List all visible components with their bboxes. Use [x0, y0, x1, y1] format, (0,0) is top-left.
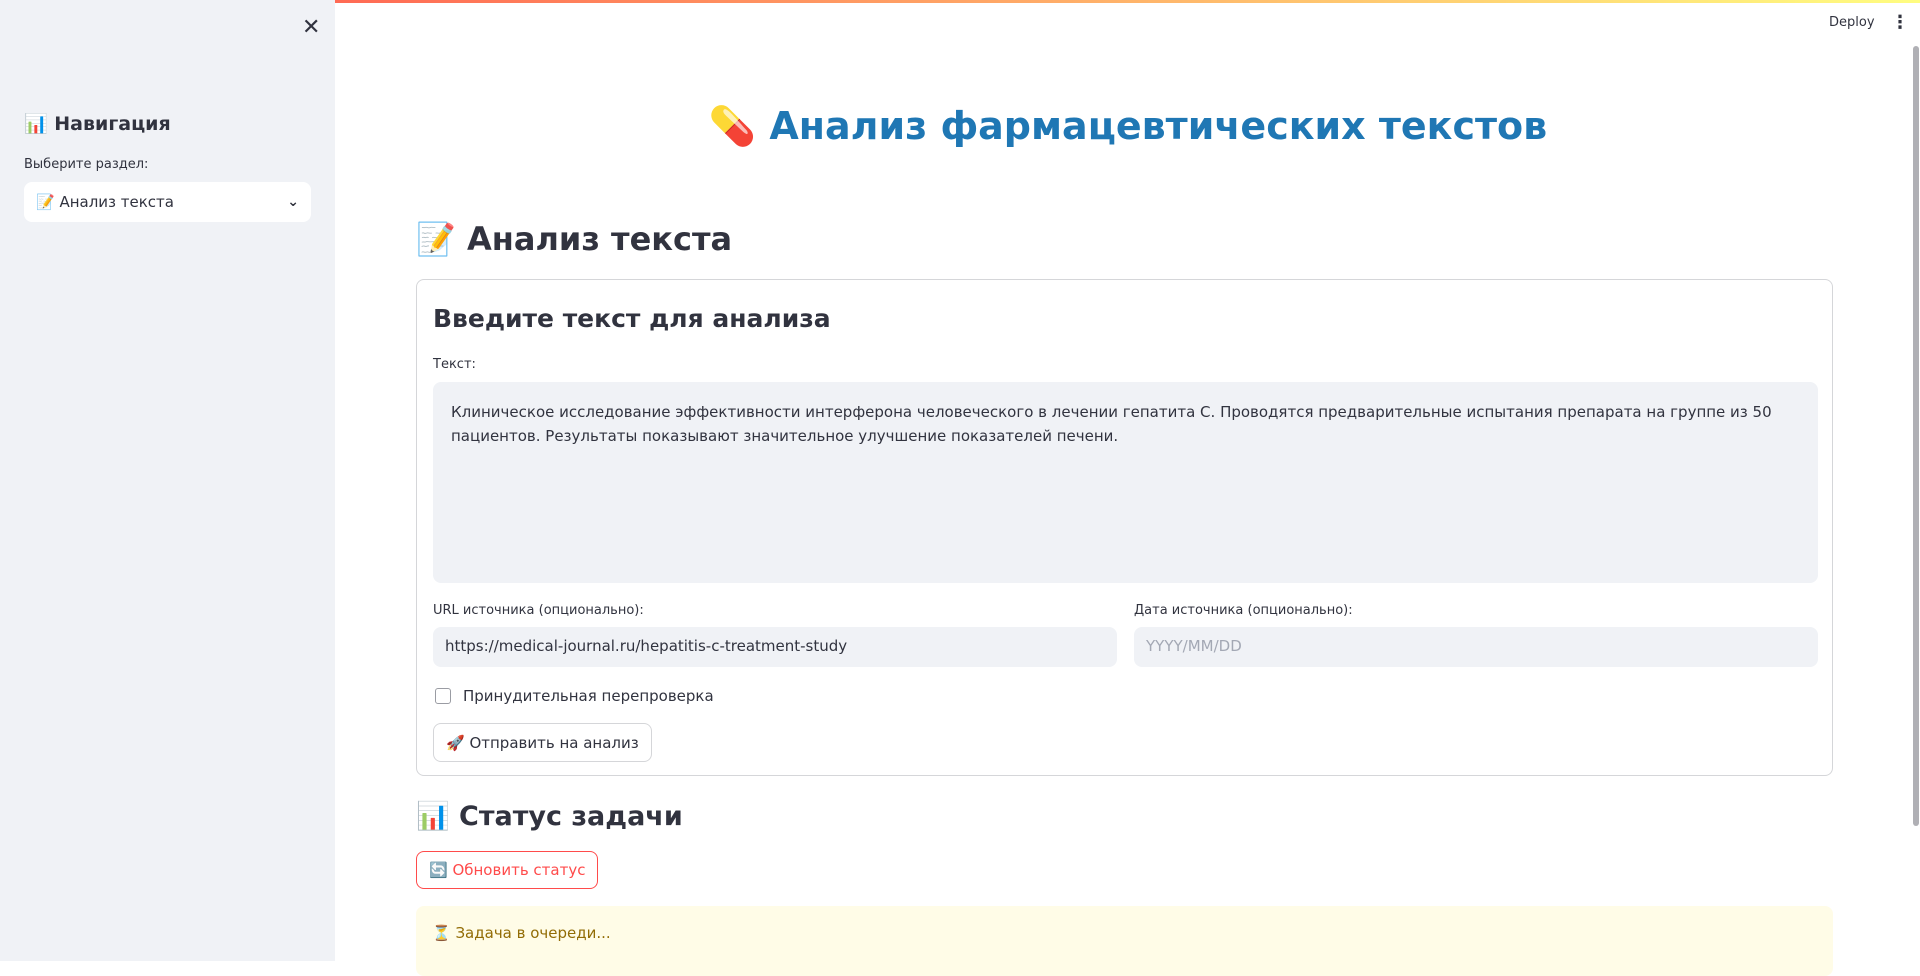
section-select-value: 📝 Анализ текста	[36, 193, 174, 211]
checkbox-label: Принудительная перепроверка	[463, 687, 714, 705]
analysis-form: Введите текст для анализа Текст: Клиниче…	[416, 279, 1833, 776]
text-input[interactable]: Клиническое исследование эффективности и…	[433, 382, 1818, 583]
checkbox-box[interactable]	[435, 688, 451, 704]
sidebar-heading: 📊 Навигация	[24, 113, 171, 135]
date-input[interactable]: YYYY/MM/DD	[1134, 627, 1818, 667]
deploy-button[interactable]: Deploy	[1829, 15, 1875, 30]
url-input[interactable]: https://medical-journal.ru/hepatitis-c-t…	[433, 627, 1117, 667]
section-select-label: Выберите раздел:	[24, 157, 149, 172]
force-recheck-checkbox[interactable]: Принудительная перепроверка	[435, 687, 714, 705]
status-title: 📊 Статус задачи	[416, 801, 683, 832]
date-label: Дата источника (опционально):	[1134, 603, 1353, 618]
form-heading: Введите текст для анализа	[433, 304, 831, 333]
page-title: 💊 Анализ фармацевтических текстов	[708, 104, 1548, 148]
section-select[interactable]: 📝 Анализ текста ⌄	[24, 182, 311, 222]
sidebar: ✕ 📊 Навигация Выберите раздел: 📝 Анализ …	[0, 0, 335, 961]
main-menu-icon[interactable]: ⋮	[1891, 12, 1909, 33]
url-label: URL источника (опционально):	[433, 603, 644, 618]
chevron-down-icon: ⌄	[287, 194, 299, 210]
submit-button[interactable]: 🚀 Отправить на анализ	[433, 723, 652, 762]
text-label: Текст:	[433, 357, 476, 372]
scrollbar[interactable]	[1913, 46, 1919, 826]
section-title: 📝 Анализ текста	[416, 220, 733, 258]
refresh-status-button[interactable]: 🔄 Обновить статус	[416, 851, 599, 889]
close-sidebar-icon[interactable]: ✕	[302, 15, 320, 40]
status-alert: ⏳ Задача в очереди...	[416, 906, 1833, 976]
